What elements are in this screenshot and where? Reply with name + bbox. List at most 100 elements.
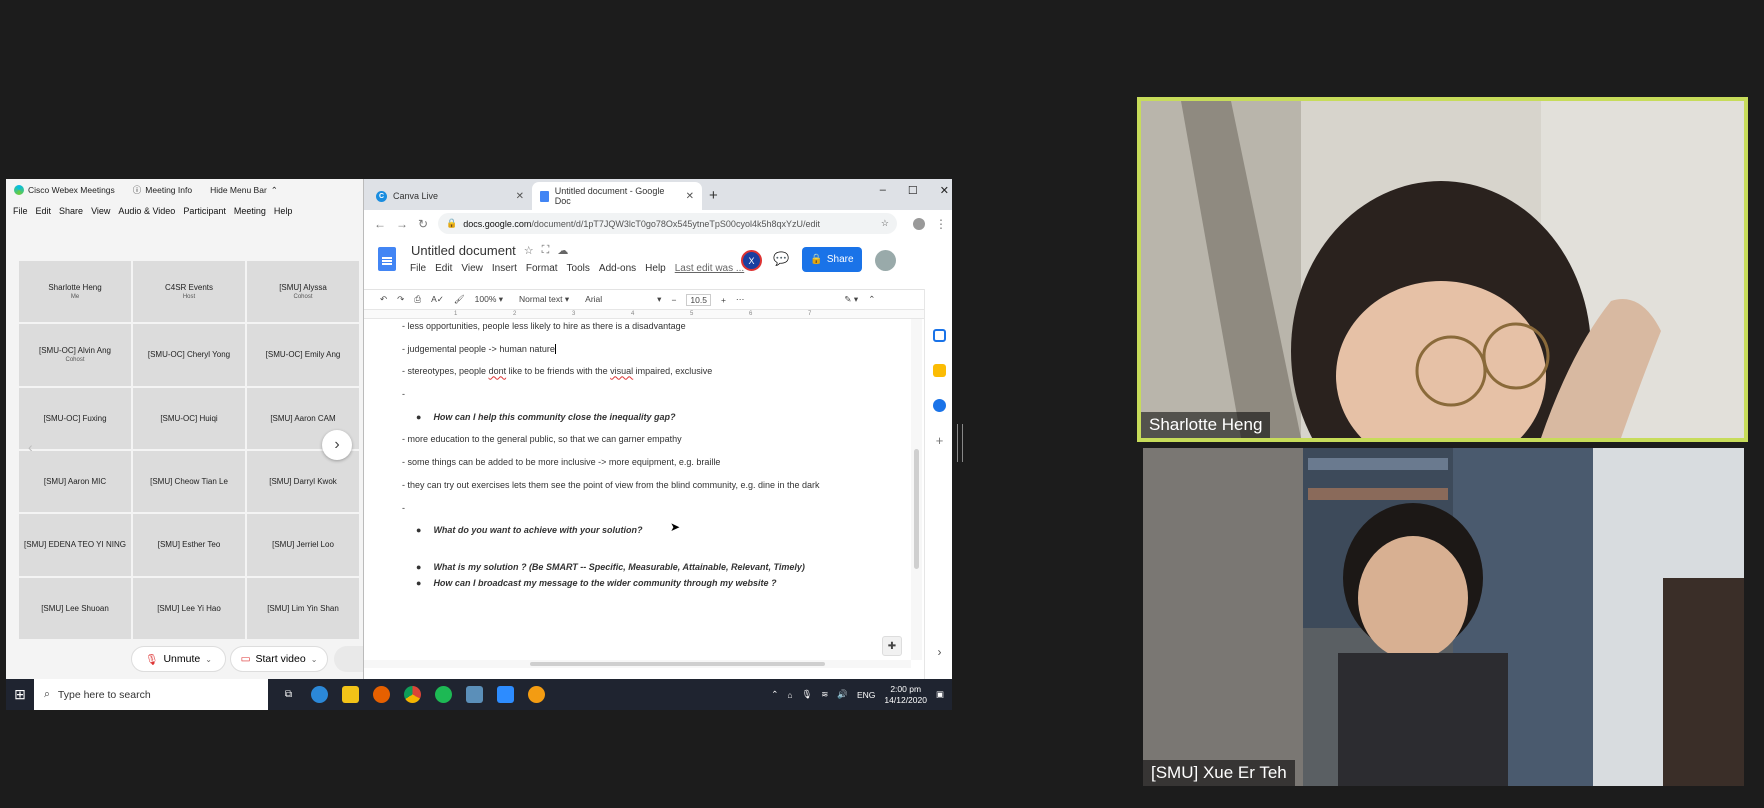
clock[interactable]: 2:00 pm 14/12/2020 — [884, 684, 927, 704]
meeting-info-button[interactable]: ⓘ Meeting Info — [133, 184, 192, 196]
participant-tile[interactable]: [SMU] Jerriel Loo — [247, 514, 359, 576]
menu-help[interactable]: Help — [274, 206, 293, 216]
panel-splitter-handle[interactable] — [957, 424, 963, 462]
explore-icon[interactable]: ✚ — [882, 636, 902, 656]
volume-icon[interactable]: 🔊 — [837, 689, 848, 700]
chrome-icon[interactable] — [404, 686, 421, 703]
unmute-button[interactable]: 🎙 Unmute ⌄ — [131, 646, 226, 672]
video-tile[interactable]: [SMU] Xue Er Teh — [1143, 448, 1744, 786]
tab-canva-live[interactable]: C Canva Live ✕ — [368, 182, 532, 210]
decrease-size-icon[interactable]: − — [671, 295, 676, 305]
docs-menu-help[interactable]: Help — [645, 263, 666, 274]
participant-tile[interactable]: [SMU] Darryl Kwok — [247, 450, 359, 513]
docs-menu-edit[interactable]: Edit — [435, 263, 452, 274]
chevron-up-icon[interactable]: ⌃ — [771, 689, 778, 700]
print-icon[interactable]: ⎙ — [414, 294, 421, 305]
participant-tile[interactable]: Sharlotte Heng Me — [19, 261, 131, 323]
chevron-down-icon[interactable]: ▾ — [657, 294, 661, 305]
next-page-button[interactable]: › — [322, 430, 352, 460]
more-menu-icon[interactable]: ⋮ — [935, 217, 947, 231]
tab-google-docs[interactable]: Untitled document - Google Doc ✕ — [532, 182, 702, 210]
task-view-icon[interactable]: ⧉ — [280, 686, 297, 703]
participant-tile[interactable]: [SMU-OC] Emily Ang — [247, 324, 359, 386]
participant-tile[interactable]: [SMU-OC] Alvin Ang Cohost — [19, 324, 131, 386]
back-icon[interactable]: ← — [374, 217, 386, 231]
new-tab-icon[interactable]: + — [709, 187, 718, 204]
close-icon[interactable]: ✕ — [940, 184, 949, 197]
last-edit-link[interactable]: Last edit was ... — [675, 263, 744, 274]
style-select[interactable]: Normal text ▾ — [519, 294, 569, 305]
spotify-icon[interactable] — [435, 686, 452, 703]
close-tab-icon[interactable]: ✕ — [686, 191, 694, 202]
edge-icon[interactable] — [311, 686, 328, 703]
spellcheck-icon[interactable]: A✓ — [431, 294, 444, 305]
forward-icon[interactable]: → — [396, 217, 408, 231]
participant-tile[interactable]: [SMU] Aaron MIC — [19, 450, 131, 513]
menu-participant[interactable]: Participant — [183, 206, 226, 216]
calendar-icon[interactable] — [933, 329, 946, 342]
windows-start-icon[interactable]: ⊞ — [6, 679, 34, 710]
mic-icon[interactable]: 🎙 — [801, 689, 812, 700]
editing-mode-icon[interactable]: ✎ ▾ — [844, 294, 858, 305]
menu-meeting[interactable]: Meeting — [234, 206, 266, 216]
firefox-icon[interactable] — [373, 686, 390, 703]
font-size-input[interactable]: 10.5 — [686, 293, 711, 306]
tasks-icon[interactable] — [933, 399, 946, 412]
menu-audio-video[interactable]: Audio & Video — [118, 206, 175, 216]
participant-tile[interactable]: [SMU] Esther Teo — [133, 514, 245, 576]
spelling-error[interactable]: visual — [610, 366, 633, 376]
participant-tile[interactable]: C4SR Events Host — [133, 261, 245, 323]
docs-menu-file[interactable]: File — [410, 263, 426, 274]
share-button[interactable] — [334, 646, 364, 672]
address-bar[interactable]: 🔒 docs.google.com/document/d/1pT7JQW3lcT… — [438, 213, 897, 234]
participant-tile[interactable]: [SMU] Lim Yin Shan — [247, 577, 359, 639]
docs-menu-format[interactable]: Format — [526, 263, 558, 274]
keep-icon[interactable] — [933, 364, 946, 377]
zoom-select[interactable]: 100% ▾ — [475, 294, 503, 305]
webex-icon[interactable] — [528, 686, 545, 703]
docs-menu-view[interactable]: View — [461, 263, 483, 274]
increase-size-icon[interactable]: + — [721, 295, 726, 305]
horizontal-scrollbar[interactable] — [364, 660, 911, 668]
participant-tile[interactable]: [SMU] Alyssa Cohost — [247, 261, 359, 323]
collapse-menu-icon[interactable]: ⌃ — [868, 294, 875, 305]
language-indicator[interactable]: ENG — [857, 690, 875, 700]
participant-tile[interactable]: [SMU] Lee Shuoan — [19, 577, 131, 639]
paint-format-icon[interactable]: 🖌 — [454, 294, 465, 305]
doc-title[interactable]: Untitled document — [411, 243, 516, 258]
hide-menu-bar-button[interactable]: Hide Menu Bar ⌃ — [210, 185, 278, 196]
spelling-error[interactable]: dont — [489, 366, 507, 376]
participant-tile[interactable]: [SMU-OC] Huiqi — [133, 387, 245, 449]
comment-history-icon[interactable]: 💬 — [773, 251, 789, 267]
participant-tile[interactable]: [SMU] Cheow Tian Le — [133, 450, 245, 513]
more-tools-icon[interactable]: ⋯ — [736, 294, 745, 305]
close-tab-icon[interactable]: ✕ — [516, 191, 524, 202]
start-video-button[interactable]: ▭ Start video ⌄ — [230, 646, 328, 672]
minimize-icon[interactable]: – — [880, 184, 886, 197]
chevron-left-icon[interactable]: ‹ — [28, 439, 33, 455]
redo-icon[interactable]: ↷ — [397, 294, 404, 305]
chevron-right-icon[interactable]: › — [933, 646, 946, 659]
menu-share[interactable]: Share — [59, 206, 83, 216]
move-icon[interactable]: ⛶ — [542, 244, 550, 257]
add-addon-icon[interactable]: + — [933, 434, 946, 447]
profile-icon[interactable] — [913, 217, 925, 230]
app-icon[interactable] — [466, 686, 483, 703]
docs-menu-insert[interactable]: Insert — [492, 263, 517, 274]
docs-share-button[interactable]: 🔒 Share — [802, 247, 862, 272]
star-icon[interactable]: ☆ — [524, 244, 534, 257]
undo-icon[interactable]: ↶ — [380, 294, 387, 305]
participant-tile[interactable]: [SMU] Lee Yi Hao — [133, 577, 245, 639]
network-icon[interactable]: ⌂ — [787, 690, 792, 700]
vertical-scrollbar[interactable] — [911, 319, 922, 660]
participant-tile[interactable]: [SMU-OC] Cheryl Yong — [133, 324, 245, 386]
account-avatar[interactable] — [875, 250, 896, 271]
document-page[interactable]: - less opportunities, people less likely… — [364, 319, 911, 660]
menu-edit[interactable]: Edit — [36, 206, 52, 216]
bookmark-star-icon[interactable]: ☆ — [881, 218, 889, 229]
notifications-icon[interactable]: ▣ — [936, 689, 944, 700]
taskbar-search[interactable]: ⌕ Type here to search — [34, 679, 268, 710]
participant-tile[interactable]: [SMU-OC] Fuxing — [19, 387, 131, 449]
chevron-down-icon[interactable]: ⌄ — [311, 655, 318, 664]
menu-view[interactable]: View — [91, 206, 110, 216]
